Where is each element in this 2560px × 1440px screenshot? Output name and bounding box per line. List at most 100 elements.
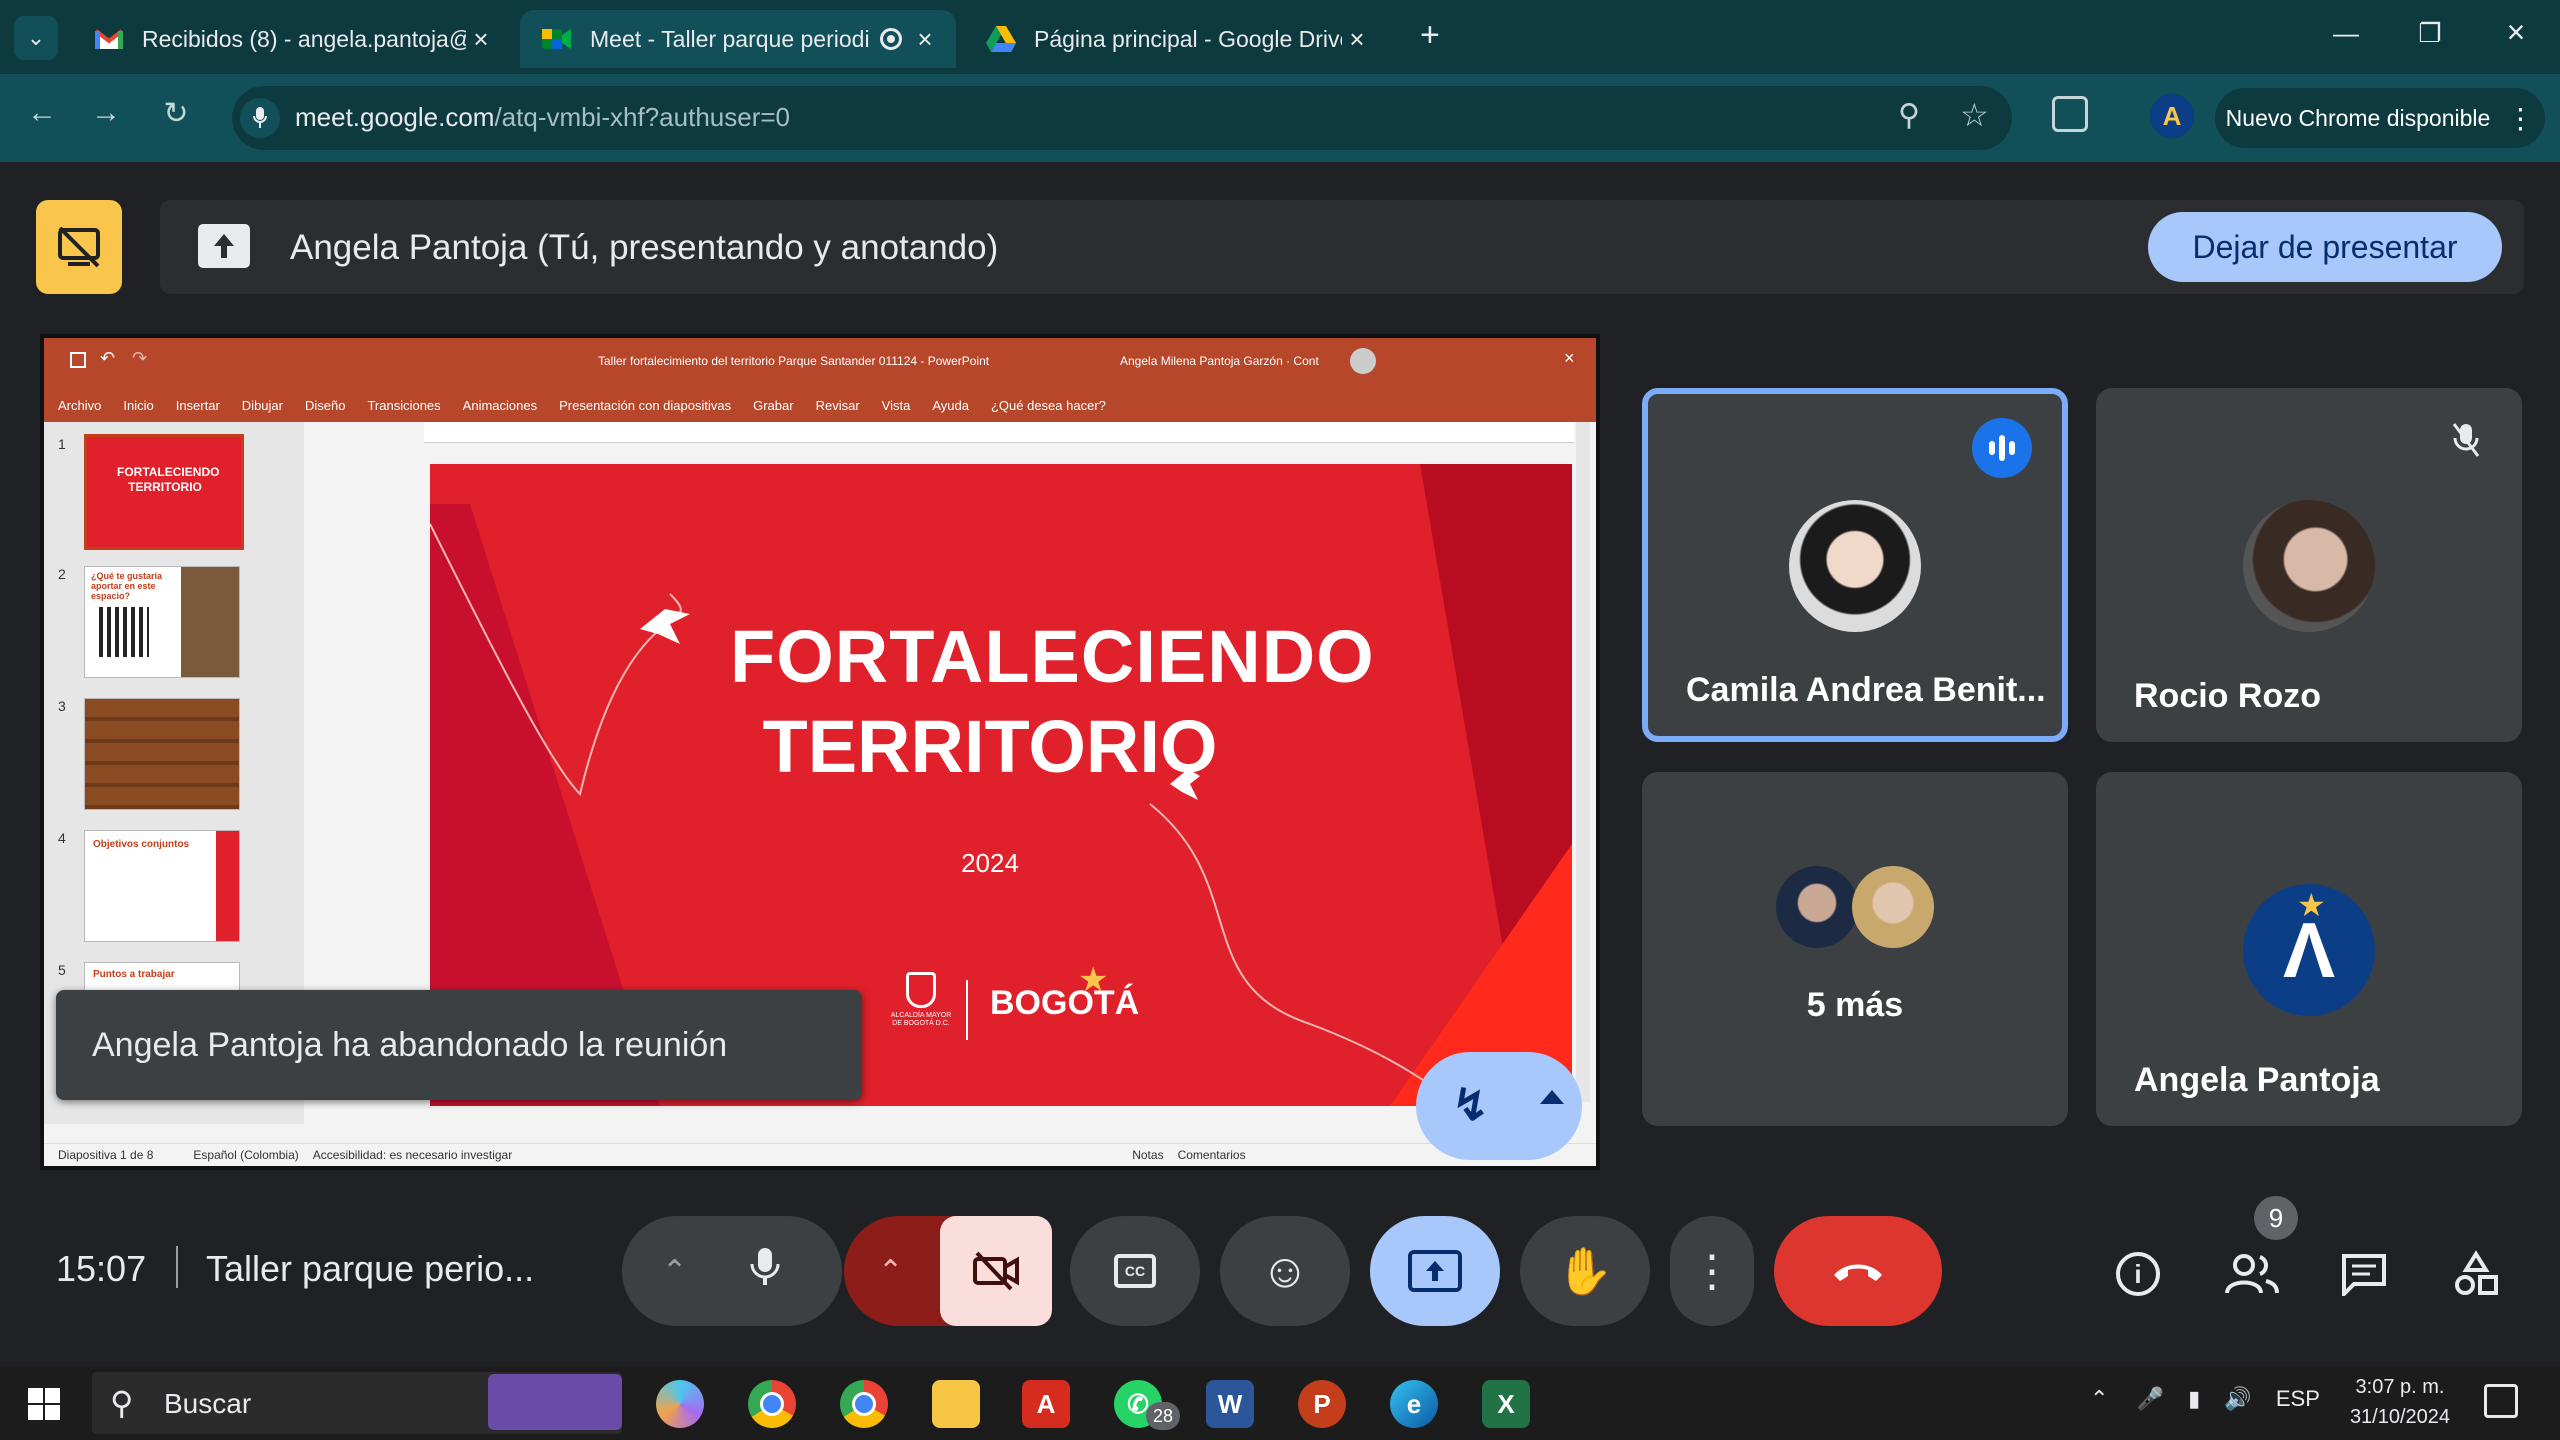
forward-icon[interactable]: → xyxy=(86,96,126,130)
taskbar-time: 3:07 p. m. xyxy=(2355,1376,2445,1398)
chrome-icon[interactable] xyxy=(748,1380,796,1428)
powerpoint-title-bar: ↶ ↷ Taller fortalecimiento del territori… xyxy=(44,338,1596,388)
emoji-icon: ☺ xyxy=(1260,1244,1310,1298)
tab-title: Meet - Taller parque periodi xyxy=(590,25,870,52)
avatar xyxy=(1852,866,1934,948)
ribbon-search: ¿Qué desea hacer? xyxy=(990,397,1106,413)
profile-avatar-icon[interactable]: A xyxy=(2150,94,2194,138)
thumb-number: 4 xyxy=(58,830,66,846)
more-options-button[interactable]: ⋮ xyxy=(1670,1216,1754,1326)
audio-settings-button[interactable]: ⌃ xyxy=(622,1216,842,1326)
info-icon: i xyxy=(2116,1252,2160,1296)
battery-icon[interactable]: ▮ xyxy=(2188,1386,2200,1411)
slide-thumbnail: Objetivos conjuntos xyxy=(84,830,240,942)
meeting-clock: 15:07 xyxy=(56,1248,147,1289)
chat-button[interactable] xyxy=(2334,1244,2394,1304)
powerpoint-icon[interactable]: P xyxy=(1298,1380,1346,1428)
site-info-mic-icon[interactable] xyxy=(240,98,280,138)
stop-presenting-button[interactable]: Dejar de presentar xyxy=(2148,212,2502,282)
copilot-icon[interactable] xyxy=(656,1380,704,1428)
chrome-update-button[interactable]: Nuevo Chrome disponible ⋮ xyxy=(2215,88,2545,148)
tab-gmail[interactable]: Recibidos (8) - angela.pantoja@ × xyxy=(72,10,512,68)
people-button[interactable] xyxy=(2222,1244,2282,1304)
zoom-icon[interactable]: ⚲ xyxy=(1898,98,1920,133)
annotation-toggle-button[interactable]: ↯ xyxy=(1416,1052,1582,1160)
leave-call-button[interactable] xyxy=(1774,1216,1942,1326)
file-explorer-icon[interactable] xyxy=(932,1380,980,1428)
tab-strip: ⌄ Recibidos (8) - angela.pantoja@ × Meet… xyxy=(0,0,2560,74)
word-icon[interactable]: W xyxy=(1206,1380,1254,1428)
meeting-details-button[interactable]: i xyxy=(2108,1244,2168,1304)
notifications-icon[interactable] xyxy=(2484,1384,2518,1418)
volume-icon[interactable]: 🔊 xyxy=(2224,1386,2251,1411)
tab-drive[interactable]: Página principal - Google Drive × xyxy=(964,10,1388,68)
stop-annotation-icon[interactable] xyxy=(36,200,122,294)
powerpoint-status-bar: Diapositiva 1 de 8 Español (Colombia) Ac… xyxy=(44,1143,1596,1166)
participant-tile[interactable]: Λ ★ Angela Pantoja xyxy=(2096,772,2522,1126)
edge-icon[interactable]: e xyxy=(1390,1380,1438,1428)
slide-year: 2024 xyxy=(961,848,1019,878)
tab-meet[interactable]: Meet - Taller parque periodi × xyxy=(520,10,956,68)
windows-start-icon[interactable] xyxy=(28,1388,60,1420)
reload-icon[interactable]: ↻ xyxy=(156,96,196,131)
taskbar-clock[interactable]: 3:07 p. m. 31/10/2024 xyxy=(2330,1372,2470,1432)
speaking-indicator-icon xyxy=(1972,418,2032,478)
tab-search-button[interactable]: ⌄ xyxy=(14,16,58,60)
status-comments: Comentarios xyxy=(1177,1148,1246,1162)
chevron-up-icon[interactable]: ⌃ xyxy=(2090,1386,2108,1411)
close-window-icon[interactable]: × xyxy=(2496,14,2536,51)
thumb-title: Puntos a trabajar xyxy=(93,969,175,980)
ribbon-tab: Ayuda xyxy=(932,397,969,413)
participant-group-tile[interactable]: 5 más xyxy=(1642,772,2068,1126)
status-accessibility: Accesibilidad: es necesario investigar xyxy=(312,1148,513,1162)
chat-icon xyxy=(2342,1254,2386,1296)
mic-tray-icon[interactable]: 🎤 xyxy=(2137,1386,2164,1411)
more-vert-icon: ⋮ xyxy=(1690,1246,1734,1296)
url-path: /atq-vmbi-xhf?authuser=0 xyxy=(494,102,790,132)
close-icon[interactable]: × xyxy=(466,24,496,55)
status-slide-count: Diapositiva 1 de 8 xyxy=(58,1148,154,1162)
excel-icon[interactable]: X xyxy=(1482,1380,1530,1428)
chrome-profile-icon[interactable] xyxy=(840,1380,888,1428)
logo-divider xyxy=(966,980,968,1040)
participant-tile[interactable]: Camila Andrea Benit... xyxy=(1642,388,2068,742)
slide-thumbnail: ¿Qué te gustaría aportar en este espacio… xyxy=(84,566,240,678)
captions-button[interactable]: CC xyxy=(1070,1216,1200,1326)
ribbon-tab: Inicio xyxy=(123,397,154,413)
close-icon[interactable]: × xyxy=(910,24,940,55)
bogota-star-icon: ★ xyxy=(1078,961,1109,999)
extensions-icon[interactable] xyxy=(2052,96,2088,132)
whatsapp-badge: 28 xyxy=(1146,1402,1180,1430)
tab-title: Recibidos (8) - angela.pantoja@ xyxy=(142,25,466,52)
bookmark-star-icon[interactable]: ☆ xyxy=(1960,96,1989,134)
chevron-up-icon xyxy=(1540,1090,1564,1104)
new-tab-button[interactable]: + xyxy=(1420,16,1440,55)
reactions-button[interactable]: ☺ xyxy=(1220,1216,1350,1326)
ribbon-tab: Archivo xyxy=(58,397,102,413)
video-settings-button[interactable]: ⌃ xyxy=(844,1216,1052,1326)
recording-indicator-icon xyxy=(880,28,902,50)
taskbar-search-placeholder: Buscar xyxy=(164,1388,252,1419)
minimize-icon[interactable]: — xyxy=(2326,18,2366,49)
people-count-badge: 9 xyxy=(2254,1196,2298,1240)
input-language[interactable]: ESP xyxy=(2276,1386,2320,1411)
camera-off-button[interactable] xyxy=(940,1216,1052,1326)
divider xyxy=(176,1246,178,1288)
activities-icon xyxy=(2455,1250,2498,1295)
gmail-icon xyxy=(94,24,124,54)
hang-up-icon xyxy=(1834,1264,1882,1281)
meeting-name: Taller parque perio... xyxy=(206,1248,535,1289)
close-icon[interactable]: × xyxy=(1342,24,1372,55)
status-language: Español (Colombia) xyxy=(193,1148,299,1162)
slide-thumbnail: FORTALECIENDO TERRITORIO xyxy=(84,434,244,550)
acrobat-icon[interactable]: A xyxy=(1022,1380,1070,1428)
back-icon[interactable]: ← xyxy=(22,96,62,130)
present-now-button[interactable] xyxy=(1370,1216,1500,1326)
participant-tile[interactable]: Rocio Rozo xyxy=(2096,388,2522,742)
photo-collage-image xyxy=(181,567,239,677)
raise-hand-button[interactable]: ✋ xyxy=(1520,1216,1650,1326)
activities-button[interactable] xyxy=(2446,1244,2506,1304)
restore-icon[interactable]: ❐ xyxy=(2410,18,2450,49)
ribbon-tab: Diseño xyxy=(304,397,346,413)
ppt-user-avatar xyxy=(1350,348,1376,374)
